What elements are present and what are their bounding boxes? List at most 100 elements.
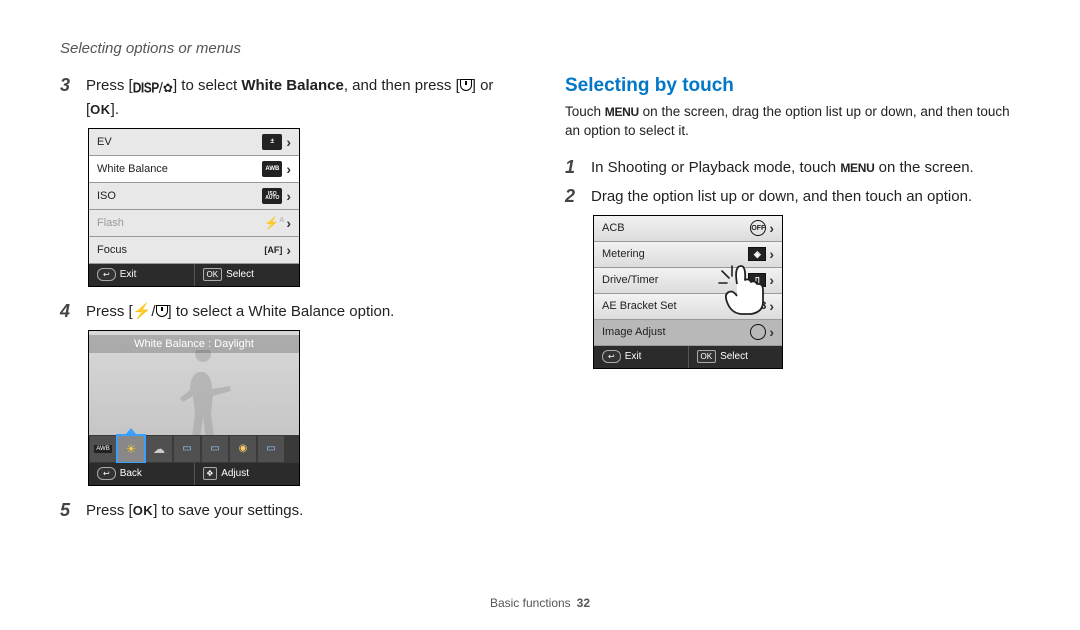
wb-option-custom: ▭ xyxy=(258,436,284,462)
text: ] to save your settings. xyxy=(153,502,303,519)
awb-icon: AWB xyxy=(262,161,282,177)
step-text: Press [DISP/✿] to select White Balance, … xyxy=(86,75,515,120)
adjust-softkey: ✥Adjust xyxy=(194,463,300,485)
select-softkey: OKSelect xyxy=(194,264,300,286)
back-arrow-icon: ↩ xyxy=(97,467,116,480)
menu-label: EV xyxy=(97,136,262,148)
text: Press [ xyxy=(86,502,133,519)
step-number: 2 xyxy=(565,186,581,207)
text: , and then press [ xyxy=(344,77,460,94)
back-arrow-icon: ↩ xyxy=(97,268,116,281)
softkey-label: Select xyxy=(226,269,254,280)
wb-option-daylight: ☀ xyxy=(118,436,144,462)
exit-softkey: ↩ Exit xyxy=(89,264,194,286)
device-softkey-bar: ↩ Back ✥Adjust xyxy=(89,463,299,485)
intro-text: Touch MENU on the screen, drag the optio… xyxy=(565,103,1020,141)
softkey-label: Back xyxy=(120,468,142,479)
chevron-right-icon: › xyxy=(286,215,291,231)
step-1: 1 In Shooting or Playback mode, touch ME… xyxy=(565,157,1020,178)
menu-label: Flash xyxy=(97,217,264,229)
softkey-label: Exit xyxy=(625,351,642,362)
text: Touch xyxy=(565,104,605,119)
chevron-right-icon: › xyxy=(286,188,291,204)
self-timer-icon xyxy=(156,304,168,316)
person-silhouette xyxy=(173,350,243,445)
device-softkey-bar: ↩Exit OKSelect xyxy=(594,346,782,368)
ok-icon: OK xyxy=(90,102,111,117)
chevron-right-icon: › xyxy=(769,298,774,314)
back-softkey: ↩ Back xyxy=(89,463,194,485)
menu-row-iso: ISO ISOAUTO› xyxy=(89,183,299,210)
softkey-label: Exit xyxy=(120,269,137,280)
menu-row-image-adjust: Image Adjust › xyxy=(594,320,782,346)
step-number: 1 xyxy=(565,157,581,178)
white-balance-label: White Balance xyxy=(241,77,344,94)
step-5: 5 Press [OK] to save your settings. xyxy=(60,500,515,521)
wb-option-fluorescent-h: ▭ xyxy=(174,436,200,462)
drive-single-icon: ▯ xyxy=(748,273,766,287)
acb-off-icon: OFF xyxy=(750,220,766,236)
menu-row-drive-timer: Drive/Timer ▯› xyxy=(594,268,782,294)
menu-row-focus: Focus [AF] › xyxy=(89,237,299,264)
menu-row-ae-bracket: AE Bracket Set .3› xyxy=(594,294,782,320)
wb-option-awb: AWB xyxy=(90,436,116,462)
footer-section: Basic functions xyxy=(490,596,571,610)
text: on the screen. xyxy=(874,159,973,176)
menu-label: White Balance xyxy=(97,163,262,175)
flash-icon: ⚡ xyxy=(133,303,152,320)
wb-option-cloudy: ☁ xyxy=(146,436,172,462)
chevron-right-icon: › xyxy=(769,220,774,236)
page-footer: Basic functions 32 xyxy=(0,596,1080,610)
chevron-right-icon: › xyxy=(286,134,291,150)
iso-icon: ISOAUTO xyxy=(262,188,282,204)
ok-pill-icon: OK xyxy=(697,350,717,363)
self-timer-icon xyxy=(460,78,472,90)
menu-row-flash: Flash ⚡A › xyxy=(89,210,299,237)
menu-screenshot-1: EV ±› White Balance AWB› ISO ISOAUTO› Fl… xyxy=(88,128,300,287)
ok-icon: OK xyxy=(133,503,154,518)
touch-menu-screenshot: ACB OFF› Metering ◈› Drive/Timer ▯› AE B… xyxy=(593,215,783,369)
step-number: 3 xyxy=(60,75,76,120)
chevron-right-icon: › xyxy=(286,161,291,177)
wb-option-strip: AWB ☀ ☁ ▭ ▭ ◉ ▭ xyxy=(89,435,299,463)
af-icon: [AF] xyxy=(264,245,282,255)
menu-text-icon: MENU xyxy=(605,105,639,119)
wb-title-bar: White Balance : Daylight xyxy=(89,335,299,353)
text: ] to select xyxy=(173,77,241,94)
exit-softkey: ↩Exit xyxy=(594,346,688,368)
softkey-label: Adjust xyxy=(221,468,249,479)
text: ]. xyxy=(111,101,119,118)
metering-icon: ◈ xyxy=(748,247,766,261)
softkey-label: Select xyxy=(720,351,748,362)
menu-row-metering: Metering ◈› xyxy=(594,242,782,268)
menu-row-white-balance: White Balance AWB› xyxy=(89,156,299,183)
menu-label: Focus xyxy=(97,244,264,256)
text: In Shooting or Playback mode, touch xyxy=(591,159,840,176)
flash-auto-icon: ⚡A xyxy=(264,216,282,230)
menu-row-ev: EV ±› xyxy=(89,129,299,156)
step-text: Press [⚡/] to select a White Balance opt… xyxy=(86,301,394,322)
text: ] to select a White Balance option. xyxy=(168,303,395,320)
menu-label: Drive/Timer xyxy=(602,274,658,286)
macro-flower-icon: ✿ xyxy=(163,80,173,97)
step-3: 3 Press [DISP/✿] to select White Balance… xyxy=(60,75,515,120)
right-column: Selecting by touch Touch MENU on the scr… xyxy=(565,75,1020,529)
page-number: 32 xyxy=(577,596,590,610)
left-column: 3 Press [DISP/✿] to select White Balance… xyxy=(60,75,515,529)
chevron-right-icon: › xyxy=(769,246,774,262)
wb-option-fluorescent-l: ▭ xyxy=(202,436,228,462)
step-number: 4 xyxy=(60,301,76,322)
disp-icon: DISP xyxy=(133,78,159,98)
menu-label: AE Bracket Set xyxy=(602,300,677,312)
step-text: In Shooting or Playback mode, touch MENU… xyxy=(591,157,974,178)
image-adjust-icon xyxy=(750,324,766,340)
menu-label: Image Adjust xyxy=(602,326,666,338)
menu-text-icon: MENU xyxy=(840,161,874,175)
chevron-right-icon: › xyxy=(286,242,291,258)
step-number: 5 xyxy=(60,500,76,521)
wb-option-tungsten: ◉ xyxy=(230,436,256,462)
step-4: 4 Press [⚡/] to select a White Balance o… xyxy=(60,301,515,322)
white-balance-preview-screenshot: White Balance : Daylight AWB ☀ ☁ ▭ ▭ ◉ ▭… xyxy=(88,330,300,486)
select-softkey: OKSelect xyxy=(688,346,783,368)
chevron-right-icon: › xyxy=(769,272,774,288)
